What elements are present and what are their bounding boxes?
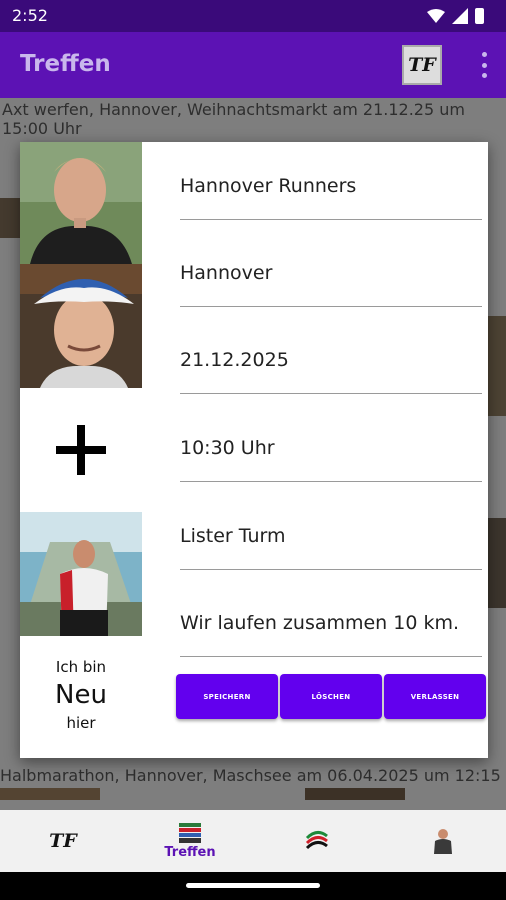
gesture-bar bbox=[0, 872, 506, 900]
signal-icon bbox=[452, 8, 468, 24]
home-indicator[interactable] bbox=[186, 883, 320, 888]
member-photo bbox=[20, 264, 142, 388]
city-field[interactable]: Hannover bbox=[180, 247, 482, 307]
overflow-menu-icon[interactable] bbox=[480, 52, 488, 78]
city-value: Hannover bbox=[180, 262, 273, 284]
group-name-field[interactable]: Hannover Runners bbox=[180, 160, 482, 220]
delete-button[interactable]: Löschen bbox=[280, 674, 382, 719]
member-photo bbox=[20, 142, 142, 264]
group-name-value: Hannover Runners bbox=[180, 175, 357, 197]
nav-item-flag[interactable] bbox=[284, 810, 350, 872]
tf-icon: TF bbox=[49, 830, 77, 852]
flag-icon bbox=[305, 831, 328, 850]
save-button[interactable]: Speichern bbox=[176, 674, 278, 719]
add-photo-button[interactable] bbox=[20, 388, 142, 512]
app-bar: Treffen TF bbox=[0, 32, 506, 98]
time-field[interactable]: 10:30 Uhr bbox=[180, 422, 482, 482]
date-field[interactable]: 21.12.2025 bbox=[180, 334, 482, 394]
new-badge-line2: Neu bbox=[55, 680, 107, 710]
nav-item-home[interactable]: TF bbox=[30, 810, 96, 872]
meeting-icon bbox=[179, 822, 201, 843]
tf-logo-icon[interactable]: TF bbox=[402, 45, 442, 85]
leave-button[interactable]: Verlassen bbox=[384, 674, 486, 719]
meeting-dialog: Ich bin Neu hier Hannover Runners Hannov… bbox=[20, 142, 488, 758]
status-time: 2:52 bbox=[12, 6, 48, 25]
date-value: 21.12.2025 bbox=[180, 349, 289, 371]
person-icon bbox=[434, 829, 452, 854]
new-member-badge: Ich bin Neu hier bbox=[20, 658, 142, 732]
wifi-icon bbox=[427, 9, 445, 23]
status-bar: 2:52 bbox=[0, 0, 506, 32]
description-value: Wir laufen zusammen 10 km. bbox=[180, 612, 460, 634]
battery-icon bbox=[475, 8, 484, 24]
nav-label-treffen: Treffen bbox=[164, 844, 216, 860]
nav-item-treffen[interactable]: Treffen bbox=[155, 810, 225, 872]
nav-item-profile[interactable] bbox=[410, 810, 476, 872]
member-photo bbox=[20, 512, 142, 636]
plus-icon bbox=[56, 425, 106, 475]
time-value: 10:30 Uhr bbox=[180, 437, 275, 459]
location-field[interactable]: Lister Turm bbox=[180, 510, 482, 570]
bottom-navigation: TF Treffen bbox=[0, 810, 506, 872]
description-field[interactable]: Wir laufen zusammen 10 km. bbox=[180, 597, 482, 657]
page-title: Treffen bbox=[20, 51, 111, 77]
location-value: Lister Turm bbox=[180, 525, 286, 547]
new-badge-line1: Ich bin bbox=[55, 658, 107, 676]
new-badge-line3: hier bbox=[66, 714, 96, 732]
